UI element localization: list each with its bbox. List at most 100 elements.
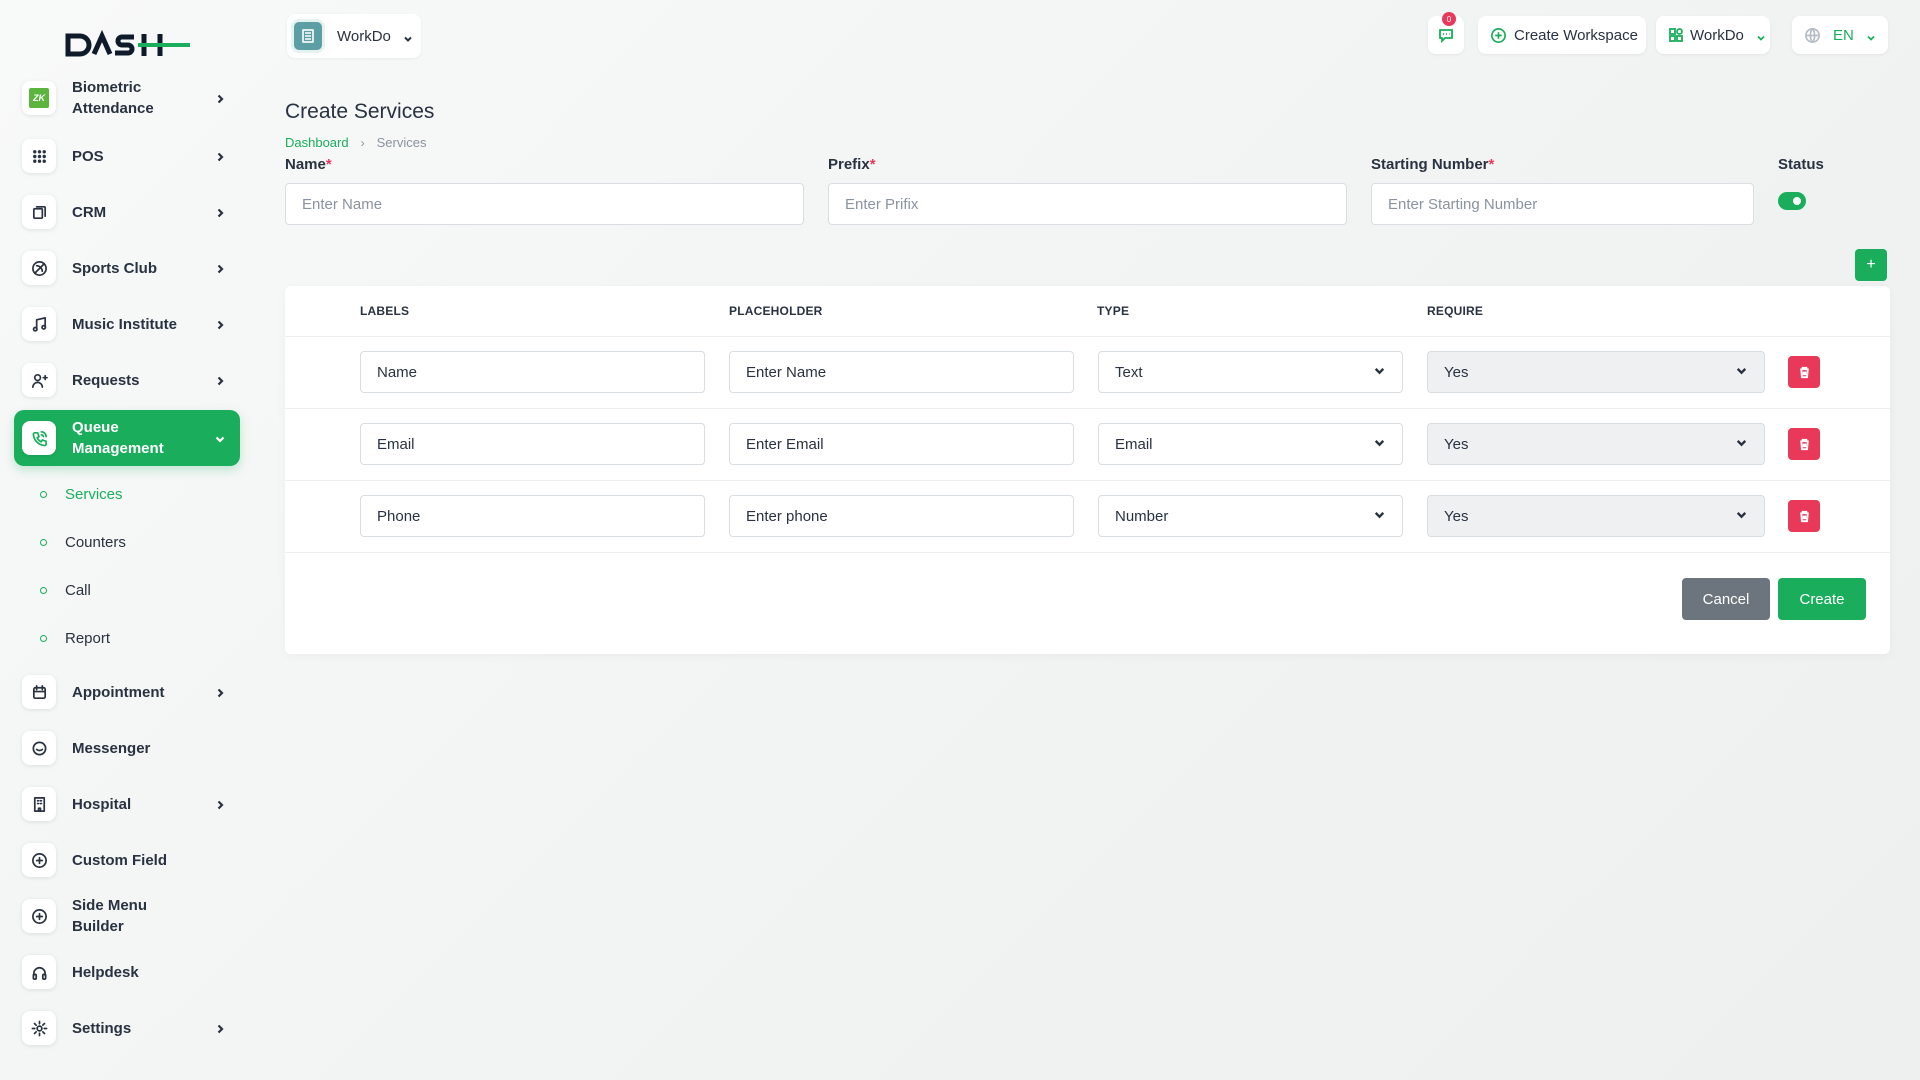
field-label-input[interactable] <box>360 351 705 393</box>
field-require-select[interactable]: Yes <box>1427 495 1765 537</box>
field-require-select[interactable]: Yes <box>1427 351 1765 393</box>
bullet-icon <box>40 538 47 546</box>
building-icon <box>302 29 314 43</box>
sidebar-item-requests[interactable]: Requests <box>14 352 240 408</box>
row-divider <box>285 552 1890 553</box>
sidebar-item-side-menu-builder[interactable]: Side Menu Builder <box>14 888 240 944</box>
prefix-input[interactable] <box>828 183 1347 225</box>
sidebar-item-label: Helpdesk <box>72 963 139 981</box>
breadcrumb-separator-icon: › <box>360 135 365 150</box>
add-field-button[interactable]: + <box>1855 249 1887 281</box>
workspace-menu[interactable]: WorkDo <box>1656 16 1770 54</box>
workspace-switcher[interactable]: WorkDo <box>287 14 421 58</box>
cancel-button[interactable]: Cancel <box>1682 578 1770 620</box>
chevron-down-icon <box>1373 364 1386 381</box>
trash-icon <box>1799 366 1809 378</box>
language-selector[interactable]: EN <box>1792 16 1888 54</box>
sidebar-item-label: Custom Field <box>72 851 168 869</box>
sidebar-subitem-label: Report <box>65 629 111 647</box>
sidebar-item-appointment[interactable]: Appointment <box>14 664 240 720</box>
column-header-type: TYPE <box>1097 304 1130 318</box>
field-type-value: Number <box>1115 507 1169 525</box>
apps-icon <box>1669 28 1683 42</box>
column-header-labels: LABELS <box>360 304 410 318</box>
workspace-name: WorkDo <box>337 27 391 45</box>
chevron-down-icon <box>1373 508 1386 525</box>
sidebar-subitem-call[interactable]: Call <box>40 575 91 605</box>
sidebar-subitem-label: Counters <box>65 533 126 551</box>
sidebar-item-queue-management[interactable]: Queue Management <box>14 410 240 466</box>
breadcrumb-dashboard-link[interactable]: Dashboard <box>285 135 349 150</box>
sidebar-item-hospital[interactable]: Hospital <box>14 776 240 832</box>
sidebar-item-label: Requests <box>72 371 140 389</box>
chevron-down-icon <box>214 432 226 444</box>
row-divider <box>285 480 1890 481</box>
delete-row-button[interactable] <box>1788 500 1820 532</box>
column-header-placeholder: PLACEHOLDER <box>729 304 823 318</box>
plus-circle-icon <box>22 843 56 877</box>
sidebar-item-label: Biometric Attendance <box>72 79 154 117</box>
messages-button[interactable]: 0 <box>1428 12 1464 54</box>
sidebar-item-biometric-attendance[interactable]: ZK Biometric Attendance <box>14 70 240 126</box>
field-type-select[interactable]: Email <box>1098 423 1403 465</box>
sidebar-item-label: Appointment <box>72 683 165 701</box>
calendar-icon <box>22 675 56 709</box>
field-type-value: Email <box>1115 435 1153 453</box>
bullet-icon <box>40 586 47 594</box>
sidebar-item-pos[interactable]: POS <box>14 128 240 184</box>
delete-row-button[interactable] <box>1788 356 1820 388</box>
sidebar-item-custom-field[interactable]: Custom Field <box>14 832 240 888</box>
sidebar-item-messenger[interactable]: Messenger <box>14 720 240 776</box>
dash-logo[interactable] <box>64 28 194 62</box>
field-placeholder-input[interactable] <box>729 351 1074 393</box>
page-title: Create Services <box>285 100 435 123</box>
starting-number-input[interactable] <box>1371 183 1754 225</box>
field-require-value: Yes <box>1444 435 1469 453</box>
sidebar-subitem-services[interactable]: Services <box>40 479 123 509</box>
chevron-right-icon <box>214 686 226 698</box>
bullet-icon <box>40 490 47 498</box>
field-label-input[interactable] <box>360 495 705 537</box>
chat-icon <box>1439 29 1453 44</box>
sidebar-item-label: Queue Management <box>72 419 164 457</box>
bullet-icon <box>40 634 47 642</box>
field-require-value: Yes <box>1444 507 1469 525</box>
chevron-right-icon <box>214 798 226 810</box>
field-label-input[interactable] <box>360 423 705 465</box>
breadcrumb: Dashboard › Services <box>285 135 426 150</box>
delete-row-button[interactable] <box>1788 428 1820 460</box>
chevron-right-icon <box>214 206 226 218</box>
plus-circle-icon <box>22 899 56 933</box>
status-toggle[interactable] <box>1778 192 1806 210</box>
create-workspace-button[interactable]: Create Workspace <box>1478 16 1646 54</box>
phone-icon <box>22 421 56 455</box>
grid-icon <box>22 139 56 173</box>
prefix-label: Prefix* <box>828 156 876 173</box>
starting-number-label: Starting Number* <box>1371 156 1495 173</box>
field-type-select[interactable]: Number <box>1098 495 1403 537</box>
name-input[interactable] <box>285 183 804 225</box>
chevron-right-icon <box>214 318 226 330</box>
sidebar-item-music-institute[interactable]: Music Institute <box>14 296 240 352</box>
sidebar-item-helpdesk[interactable]: Helpdesk <box>14 944 240 1000</box>
field-require-select[interactable]: Yes <box>1427 423 1765 465</box>
sidebar-item-sports-club[interactable]: Sports Club <box>14 240 240 296</box>
sidebar-item-settings[interactable]: Settings <box>14 1000 240 1056</box>
music-icon <box>22 307 56 341</box>
sidebar-subitem-counters[interactable]: Counters <box>40 527 126 557</box>
field-type-select[interactable]: Text <box>1098 351 1403 393</box>
toggle-knob <box>1791 195 1803 207</box>
breadcrumb-current: Services <box>376 135 427 150</box>
field-placeholder-input[interactable] <box>729 423 1074 465</box>
workspace-avatar <box>291 19 325 53</box>
sidebar-subitem-report[interactable]: Report <box>40 623 110 653</box>
sidebar: ZK Biometric Attendance POS CRM Sports Club M… <box>0 0 255 1080</box>
create-workspace-label: Create Workspace <box>1514 26 1638 44</box>
chevron-down-icon <box>403 31 413 42</box>
sidebar-item-label: Sports Club <box>72 259 157 277</box>
sidebar-item-crm[interactable]: CRM <box>14 184 240 240</box>
sidebar-item-label: Hospital <box>72 795 132 813</box>
create-button[interactable]: Create <box>1778 578 1866 620</box>
chevron-right-icon <box>214 150 226 162</box>
field-placeholder-input[interactable] <box>729 495 1074 537</box>
